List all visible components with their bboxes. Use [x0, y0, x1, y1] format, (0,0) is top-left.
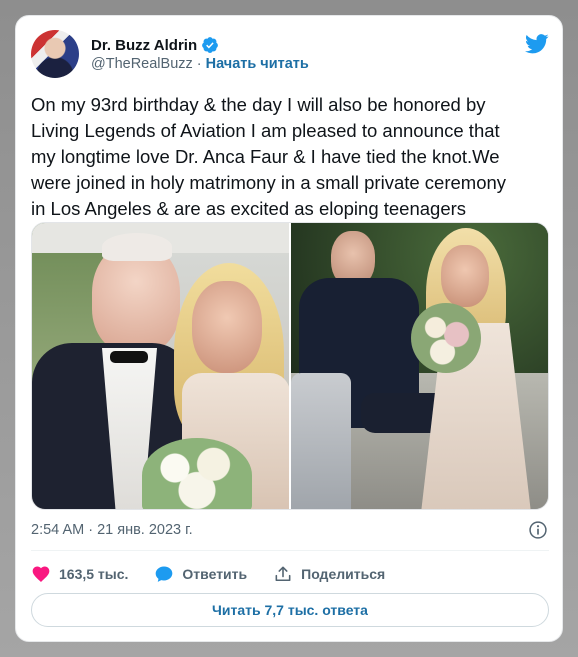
photo-bouquet — [142, 438, 252, 509]
share-label: Поделиться — [301, 566, 386, 582]
wedding-photo-left[interactable] — [32, 223, 289, 509]
heart-icon — [32, 566, 50, 582]
author-avatar[interactable] — [31, 30, 79, 78]
reply-label: Ответить — [182, 566, 248, 582]
share-upload-icon — [275, 566, 291, 582]
handle-separator: · — [196, 56, 202, 72]
speech-bubble-icon — [156, 566, 173, 582]
twitter-bird-icon[interactable] — [525, 34, 549, 54]
follow-link[interactable]: Начать читать — [206, 56, 309, 72]
photo-man-hair — [102, 233, 172, 261]
photo-woman-face — [192, 281, 262, 373]
wedding-photo-right[interactable] — [291, 223, 548, 509]
author-handle[interactable]: @TheRealBuzz — [91, 56, 193, 72]
photo-woman-face — [441, 245, 489, 307]
photo-bouquet — [411, 303, 481, 373]
info-icon[interactable] — [528, 520, 548, 540]
tweet-text: On my 93rd birthday & the day I will als… — [31, 94, 507, 219]
tweet-header: Dr. Buzz Aldrin @TheRealBuzz · Начать чи… — [31, 30, 549, 82]
author-name-row: Dr. Buzz Aldrin — [91, 36, 219, 54]
photo-man-bowtie — [110, 351, 148, 363]
reply-action[interactable]: Ответить — [154, 564, 247, 584]
verified-badge-icon — [202, 37, 218, 53]
tweet-actions: 163,5 тыс. Ответить Поделиться — [31, 562, 411, 586]
tweet-timestamp[interactable]: 2:54 AM · 21 янв. 2023 г. — [31, 522, 193, 538]
like-action[interactable]: 163,5 тыс. — [31, 564, 128, 584]
author-handle-row: @TheRealBuzz · Начать читать — [91, 56, 309, 72]
author-display-name[interactable]: Dr. Buzz Aldrin — [91, 37, 197, 54]
tweet-media — [31, 222, 549, 510]
tweet-card: Dr. Buzz Aldrin @TheRealBuzz · Начать чи… — [15, 15, 563, 642]
photo-guest — [291, 373, 351, 509]
like-count: 163,5 тыс. — [59, 566, 129, 582]
divider-top — [31, 550, 549, 551]
share-action[interactable]: Поделиться — [273, 564, 385, 584]
read-replies-button[interactable]: Читать 7,7 тыс. ответа — [31, 593, 549, 627]
